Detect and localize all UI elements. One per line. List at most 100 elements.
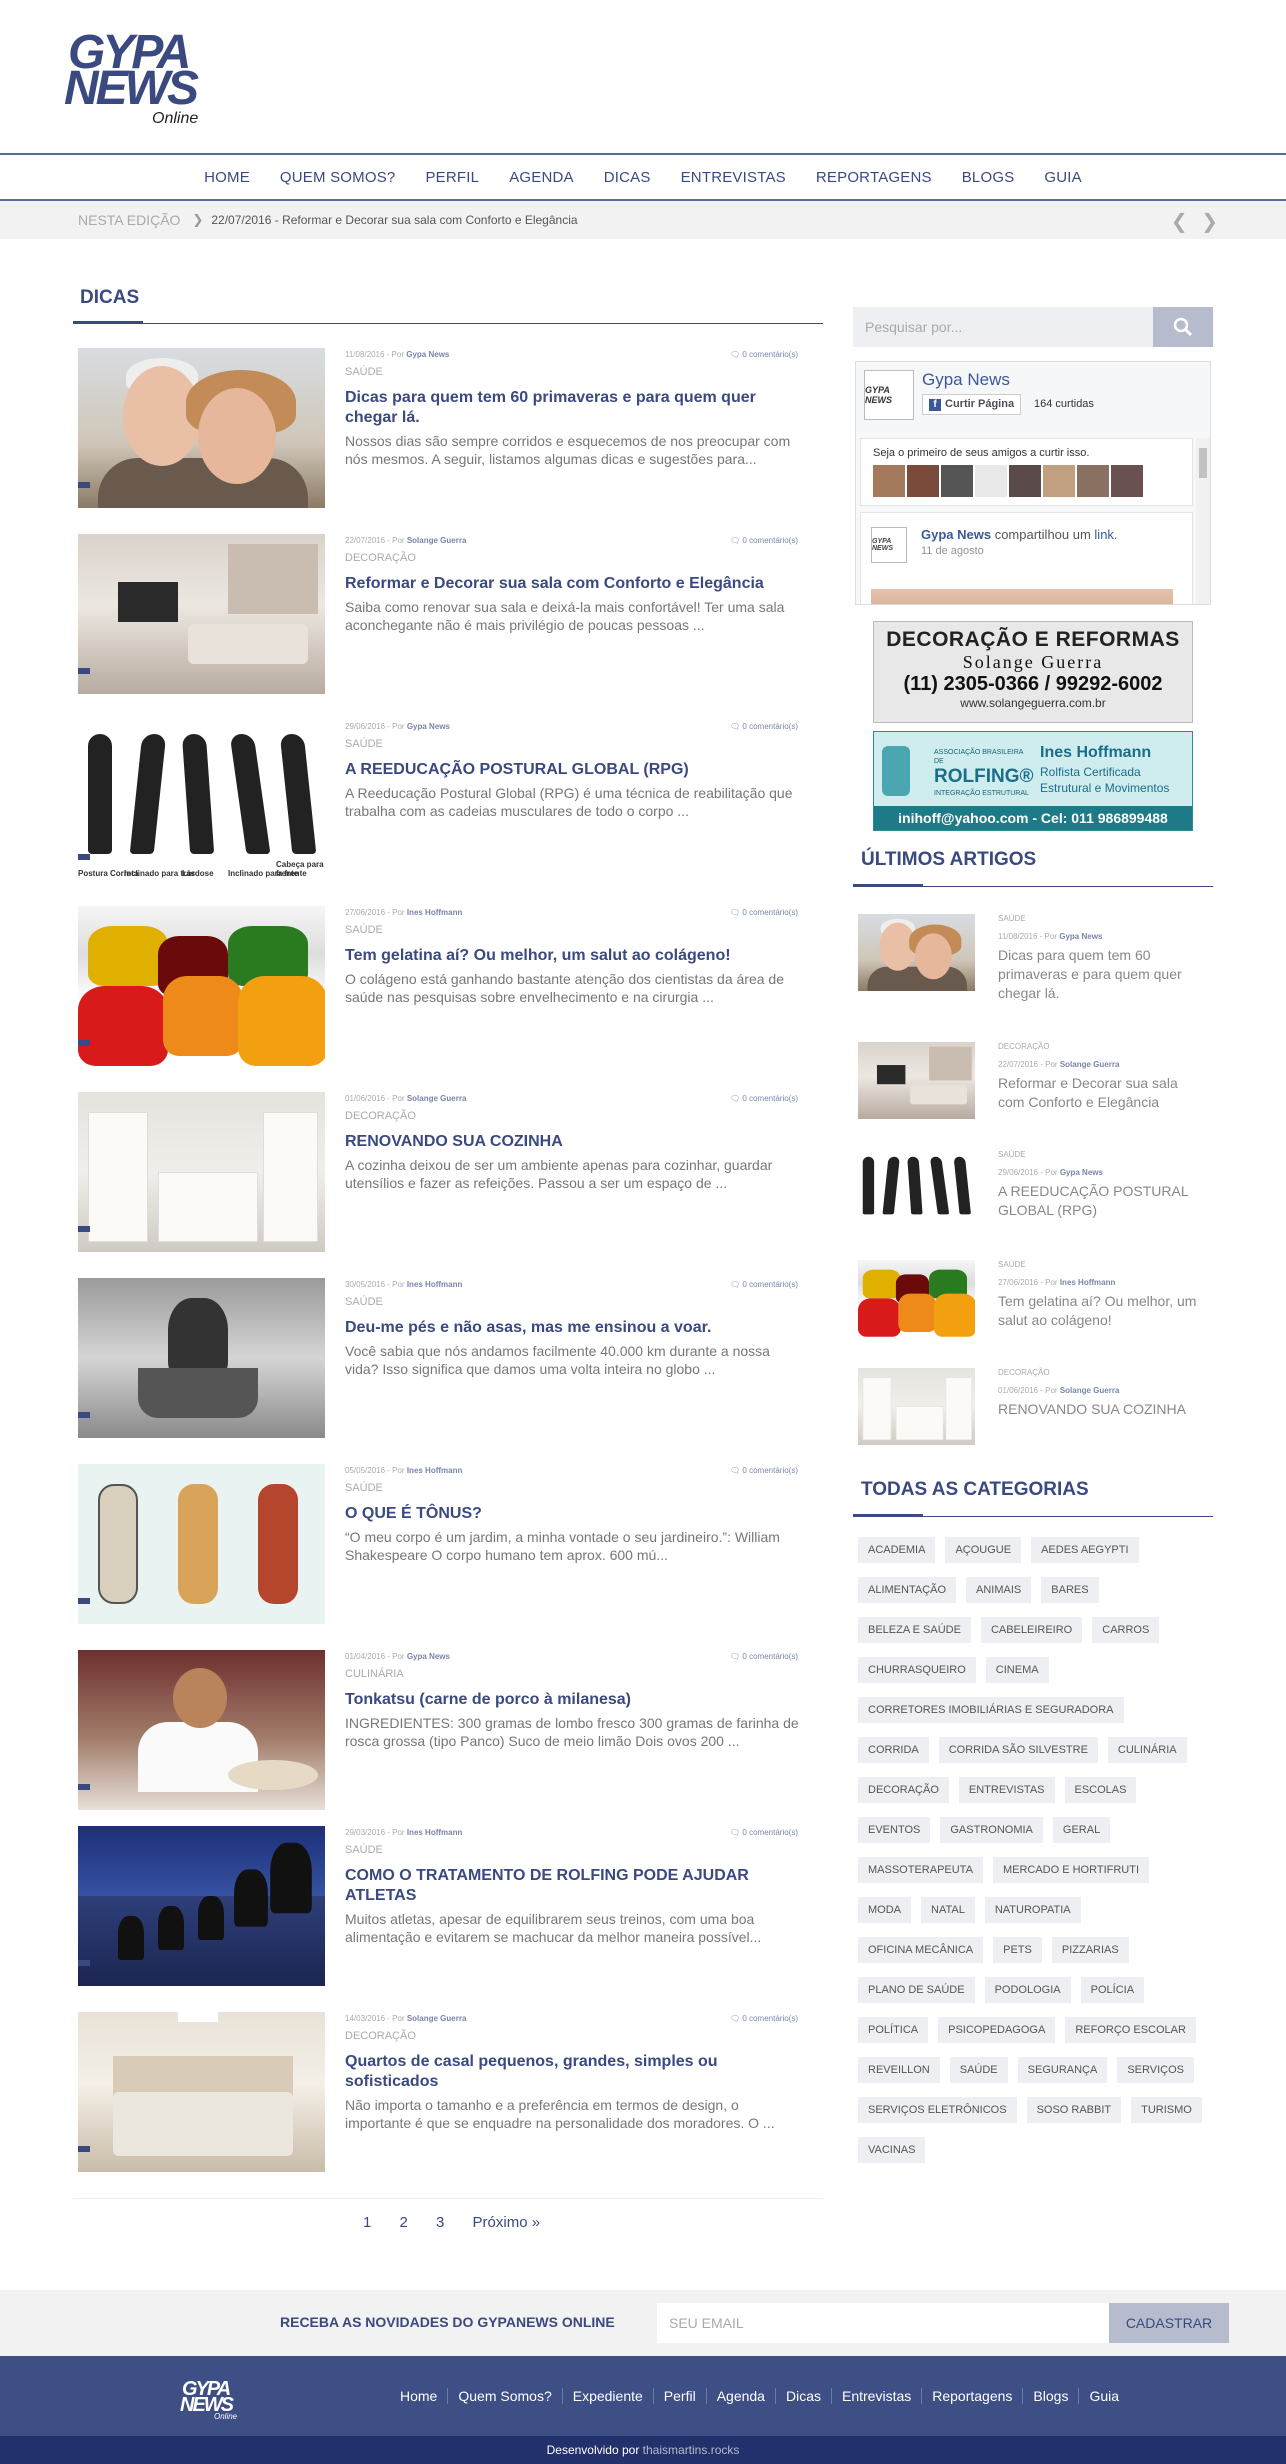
share-author[interactable]: Gypa News — [921, 527, 991, 542]
post-author[interactable]: Ines Hoffmann — [407, 1280, 463, 1289]
post-author[interactable]: Solange Guerra — [407, 2014, 467, 2023]
latest-title[interactable]: Dicas para quem tem 60 primaveras e para… — [998, 946, 1208, 1003]
post-comments[interactable]: 🗨 0 comentário(s) — [730, 908, 798, 917]
category-tag[interactable]: CHURRASQUEIRO — [858, 1657, 976, 1683]
footer-link-guia[interactable]: Guia — [1078, 2388, 1129, 2404]
post-category[interactable]: SAÚDE — [345, 1844, 383, 1856]
footer-link-quem-somos[interactable]: Quem Somos? — [447, 2388, 561, 2404]
category-tag[interactable]: ACADEMIA — [858, 1537, 936, 1563]
category-tag[interactable]: AEDES AEGYPTI — [1031, 1537, 1139, 1563]
category-tag[interactable]: PSICOPEDAGOGA — [938, 2017, 1056, 2043]
post-author[interactable]: Solange Guerra — [407, 536, 467, 545]
friend-avatar[interactable] — [873, 465, 905, 497]
facebook-post-image[interactable] — [871, 589, 1173, 604]
category-tag[interactable]: CORRETORES IMOBILIÁRIAS E SEGURADORA — [858, 1697, 1124, 1723]
post-thumbnail[interactable] — [78, 906, 325, 1066]
post-category[interactable]: SAÚDE — [345, 1482, 383, 1494]
category-tag[interactable]: SAÚDE — [949, 2057, 1008, 2083]
category-tag[interactable]: TURISMO — [1131, 2097, 1202, 2123]
credits-link[interactable]: thaismartins.rocks — [643, 2443, 740, 2457]
post-author[interactable]: Solange Guerra — [407, 1094, 467, 1103]
category-tag[interactable]: GERAL — [1052, 1817, 1111, 1843]
ad-rolfing[interactable]: ASSOCIAÇÃO BRASILEIRA DE ROLFING® INTEGR… — [873, 731, 1193, 831]
footer-link-agenda[interactable]: Agenda — [705, 2388, 775, 2404]
facebook-post-avatar[interactable]: GYPA NEWS — [871, 527, 907, 563]
category-tag[interactable]: REVEILLON — [858, 2057, 940, 2083]
category-tag[interactable]: MERCADO E HORTIFRUTI — [992, 1857, 1150, 1883]
category-tag[interactable]: ESCOLAS — [1064, 1777, 1137, 1803]
post-title[interactable]: Deu-me pés e não asas, mas me ensinou a … — [345, 1318, 795, 1338]
category-tag[interactable]: VACINAS — [858, 2137, 926, 2163]
friend-avatar[interactable] — [1077, 465, 1109, 497]
post-thumbnail[interactable] — [78, 1826, 325, 1986]
latest-category[interactable]: DECORAÇÃO — [998, 1368, 1050, 1377]
category-tag[interactable]: BARES — [1041, 1577, 1099, 1603]
category-tag[interactable]: PIZZARIAS — [1051, 1937, 1129, 1963]
latest-category[interactable]: SAÚDE — [998, 1260, 1026, 1269]
search-input[interactable]: Pesquisar por... — [865, 319, 962, 335]
post-category[interactable]: SAÚDE — [345, 366, 383, 378]
post-comments[interactable]: 🗨 0 comentário(s) — [730, 536, 798, 545]
post-thumbnail[interactable] — [78, 1464, 325, 1624]
post-title[interactable]: O QUE É TÔNUS? — [345, 1504, 795, 1524]
footer-link-reportagens[interactable]: Reportagens — [921, 2388, 1022, 2404]
latest-thumbnail[interactable] — [858, 1260, 975, 1337]
category-tag[interactable]: CORRIDA — [858, 1737, 929, 1763]
category-tag[interactable]: PLANO DE SAÚDE — [858, 1977, 975, 2003]
category-tag[interactable]: CABELEIREIRO — [980, 1617, 1083, 1643]
category-tag[interactable]: REFORÇO ESCOLAR — [1065, 2017, 1196, 2043]
friend-avatar[interactable] — [1009, 465, 1041, 497]
newsletter-email-input[interactable]: SEU EMAIL — [657, 2303, 1109, 2343]
post-author[interactable]: Ines Hoffmann — [407, 908, 463, 917]
post-thumbnail[interactable] — [78, 1092, 325, 1252]
latest-author[interactable]: Solange Guerra — [1060, 1060, 1120, 1069]
latest-title[interactable]: Reformar e Decorar sua sala com Conforto… — [998, 1074, 1208, 1112]
category-tag[interactable]: SERVIÇOS ELETRÔNICOS — [858, 2097, 1017, 2123]
latest-thumbnail[interactable] — [858, 1368, 975, 1445]
nav-entrevistas[interactable]: ENTREVISTAS — [666, 169, 801, 186]
post-comments[interactable]: 🗨 0 comentário(s) — [730, 1094, 798, 1103]
category-tag[interactable]: OFICINA MECÂNICA — [858, 1937, 984, 1963]
category-tag[interactable]: BELEZA E SAÚDE — [858, 1617, 971, 1643]
post-thumbnail[interactable] — [78, 348, 325, 508]
friend-avatar[interactable] — [1043, 465, 1075, 497]
ad-decoracao-reformas[interactable]: DECORAÇÃO E REFORMAS Solange Guerra (11)… — [873, 621, 1193, 723]
facebook-scrollbar[interactable] — [1196, 438, 1210, 604]
post-author[interactable]: Ines Hoffmann — [407, 1828, 463, 1837]
page-3-link[interactable]: 3 — [436, 2214, 444, 2231]
category-tag[interactable]: GASTRONOMIA — [940, 1817, 1043, 1843]
category-tag[interactable]: CULINÁRIA — [1107, 1737, 1187, 1763]
footer-link-perfil[interactable]: Perfil — [652, 2388, 706, 2404]
footer-link-blogs[interactable]: Blogs — [1022, 2388, 1078, 2404]
category-tag[interactable]: SERVIÇOS — [1117, 2057, 1194, 2083]
nav-dicas[interactable]: DICAS — [589, 169, 666, 186]
category-tag[interactable]: ALIMENTAÇÃO — [858, 1577, 957, 1603]
facebook-page-avatar[interactable]: GYPA NEWS — [864, 370, 914, 420]
ticker-arrows[interactable]: ❮ ❯ — [1171, 209, 1222, 234]
post-comments[interactable]: 🗨 0 comentário(s) — [730, 1466, 798, 1475]
friend-avatar[interactable] — [975, 465, 1007, 497]
footer-logo[interactable]: GYPA NEWS Online — [180, 2378, 244, 2421]
category-tag[interactable]: PODOLOGIA — [984, 1977, 1071, 2003]
post-category[interactable]: DECORAÇÃO — [345, 552, 416, 564]
post-category[interactable]: SAÚDE — [345, 924, 383, 936]
scrollbar-thumb[interactable] — [1199, 448, 1207, 478]
post-thumbnail[interactable] — [78, 1650, 325, 1810]
post-comments[interactable]: 🗨 0 comentário(s) — [730, 2014, 798, 2023]
nav-reportagens[interactable]: REPORTAGENS — [801, 169, 947, 186]
share-link[interactable]: link. — [1094, 527, 1117, 542]
post-category[interactable]: DECORAÇÃO — [345, 1110, 416, 1122]
category-tag[interactable]: DECORAÇÃO — [858, 1777, 949, 1803]
facebook-page-name[interactable]: Gypa News — [922, 370, 1010, 390]
nav-agenda[interactable]: AGENDA — [494, 169, 589, 186]
category-tag[interactable]: SEGURANÇA — [1017, 2057, 1108, 2083]
post-category[interactable]: CULINÁRIA — [345, 1668, 404, 1680]
category-tag[interactable]: MODA — [858, 1897, 911, 1923]
latest-title[interactable]: RENOVANDO SUA COZINHA — [998, 1400, 1208, 1419]
footer-link-entrevistas[interactable]: Entrevistas — [831, 2388, 921, 2404]
latest-thumbnail[interactable] — [858, 1042, 975, 1119]
latest-author[interactable]: Ines Hoffmann — [1060, 1278, 1116, 1287]
facebook-like-button[interactable]: f Curtir Página — [922, 394, 1022, 415]
latest-category[interactable]: SAÚDE — [998, 1150, 1026, 1159]
post-author[interactable]: Gypa News — [407, 722, 450, 731]
